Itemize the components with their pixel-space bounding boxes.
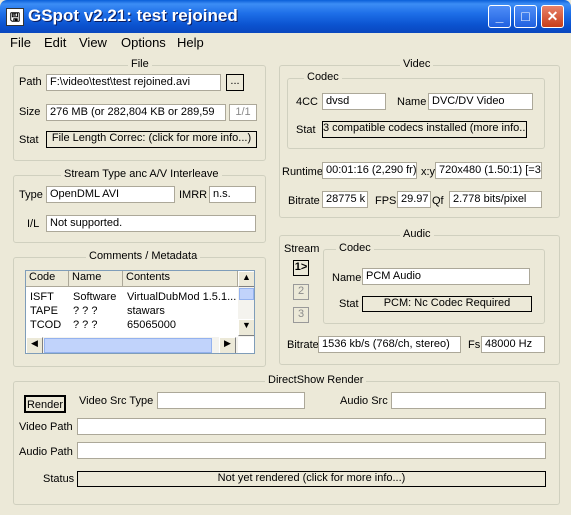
audio-stat-label: Stat xyxy=(339,298,359,310)
scroll-up-icon[interactable]: ▲ xyxy=(238,271,254,287)
size-field[interactable]: 276 MB (or 282,804 KB or 289,59 xyxy=(46,104,226,121)
menu-options[interactable]: Options xyxy=(121,35,166,50)
video-bitrate-label: Bitrate xyxy=(288,195,320,207)
table-cell[interactable]: ? ? ? xyxy=(73,319,97,331)
qf-field[interactable]: 2.778 bits/pixel xyxy=(449,191,542,208)
scroll-left-icon[interactable]: ◀ xyxy=(26,337,43,353)
audio-stat-button[interactable]: PCM: Nc Codec Required xyxy=(362,296,532,312)
audio-path-field[interactable] xyxy=(77,442,546,459)
vertical-scroll-thumb[interactable] xyxy=(239,288,254,300)
fps-label: FPS xyxy=(375,195,397,207)
status-label: Status xyxy=(43,473,75,485)
il-field[interactable]: Not supported. xyxy=(46,215,256,232)
menu-bar: File Edit View Options Help xyxy=(0,33,571,53)
column-header-contents[interactable]: Contents xyxy=(123,271,238,287)
render-status-button[interactable]: Not yet rendered (click for more info...… xyxy=(77,471,546,487)
fs-label: Fs xyxy=(468,339,481,351)
video-stat-button[interactable]: 3 compatible codecs installed (more info… xyxy=(322,121,527,138)
table-cell[interactable]: ? ? ? xyxy=(73,305,97,317)
file-stat-button[interactable]: File Length Correc: (click for more info… xyxy=(46,131,257,148)
qf-label: Qf xyxy=(432,195,444,207)
vertical-scrollbar[interactable]: ▲ ▼ xyxy=(238,271,254,337)
video-name-label: Name xyxy=(397,96,427,108)
table-cell[interactable]: TAPE xyxy=(30,305,58,317)
audio-src-field[interactable] xyxy=(391,392,546,409)
table-cell[interactable]: ISFT xyxy=(30,291,54,303)
minimize-button[interactable]: _ xyxy=(488,5,511,28)
il-label: I/L xyxy=(27,218,40,230)
size-label: Size xyxy=(19,106,41,118)
audio-name-label: Name xyxy=(332,272,362,284)
menu-view[interactable]: View xyxy=(79,35,107,50)
runtime-field[interactable]: 00:01:16 (2,290 fr) xyxy=(322,162,417,179)
stream-type-legend: Stream Type anc A/V Interleave xyxy=(61,168,222,180)
table-cell[interactable]: Software xyxy=(73,291,116,303)
video-bitrate-field[interactable]: 28775 k xyxy=(322,191,368,208)
audio-stream-3-button[interactable]: 3 xyxy=(293,307,309,323)
audio-stream-1-button[interactable]: 1> xyxy=(293,260,309,276)
audio-name-field[interactable]: PCM Audio xyxy=(362,268,530,285)
directshow-legend: DirectShow Render xyxy=(265,374,367,386)
stat-label: Stat xyxy=(19,134,39,146)
audio-codec-group: Codec xyxy=(323,242,545,324)
video-name-field[interactable]: DVC/DV Video xyxy=(428,93,533,110)
video-path-label: Video Path xyxy=(19,421,73,433)
video-src-type-field[interactable] xyxy=(157,392,305,409)
video-legend: Videc xyxy=(400,58,434,70)
column-header-name[interactable]: Name xyxy=(69,271,123,287)
table-cell[interactable]: TCOD xyxy=(30,319,61,331)
maximize-button[interactable]: □ xyxy=(514,5,537,28)
fps-field[interactable]: 29.97 xyxy=(397,191,431,208)
file-legend: File xyxy=(128,58,152,70)
menu-edit[interactable]: Edit xyxy=(44,35,66,50)
render-button[interactable]: Render xyxy=(24,395,66,413)
xy-label: x:y xyxy=(421,166,436,178)
type-label: Type xyxy=(19,189,43,201)
video-src-type-label: Video Src Type xyxy=(79,395,154,407)
window-title: GSpot v2.21: test rejoined xyxy=(28,6,238,25)
audio-stream-label: Stream xyxy=(284,243,320,255)
audio-bitrate-label: Bitrate xyxy=(287,339,319,351)
horizontal-scrollbar[interactable]: ◀ ▶ xyxy=(26,337,238,353)
fourcc-label: 4CC xyxy=(296,96,319,108)
browse-button[interactable]: ... xyxy=(226,74,244,91)
page-indicator: 1/1 xyxy=(229,104,257,121)
fs-field[interactable]: 48000 Hz xyxy=(481,336,545,353)
comments-legend: Comments / Metadata xyxy=(86,250,201,262)
video-path-field[interactable] xyxy=(77,418,546,435)
table-cell[interactable]: stawars xyxy=(127,305,237,317)
table-cell[interactable]: VirtualDubMod 1.5.1... xyxy=(127,291,237,303)
menu-help[interactable]: Help xyxy=(177,35,204,50)
audio-codec-legend: Codec xyxy=(336,242,374,254)
type-field[interactable]: OpenDML AVI xyxy=(46,186,175,203)
scroll-down-icon[interactable]: ▼ xyxy=(238,319,254,336)
runtime-label: Runtime xyxy=(282,166,323,178)
audio-stream-2-button[interactable]: 2 xyxy=(293,284,309,300)
horizontal-scroll-thumb[interactable] xyxy=(44,338,212,353)
column-header-code[interactable]: Code xyxy=(26,271,69,287)
audio-src-label: Audio Src xyxy=(340,395,388,407)
menu-file[interactable]: File xyxy=(10,35,31,50)
scroll-right-icon[interactable]: ▶ xyxy=(219,337,236,353)
video-stat-label: Stat xyxy=(296,124,316,136)
fourcc-field[interactable]: dvsd xyxy=(322,93,386,110)
xy-field[interactable]: 720x480 (1.50:1) [=3: xyxy=(435,162,542,179)
close-button[interactable]: ✕ xyxy=(541,5,564,28)
table-cell[interactable]: 65065000 xyxy=(127,319,237,331)
path-field[interactable]: F:\video\test\test rejoined.avi xyxy=(46,74,221,91)
audio-path-label: Audio Path xyxy=(19,446,73,458)
imrr-label: IMRR xyxy=(179,189,208,201)
audio-legend: Audic xyxy=(400,228,434,240)
path-label: Path xyxy=(19,76,42,88)
imrr-field[interactable]: n.s. xyxy=(209,186,256,203)
app-icon: 🖫 xyxy=(6,8,24,26)
video-codec-legend: Codec xyxy=(304,71,342,83)
audio-bitrate-field[interactable]: 1536 kb/s (768/ch, stereo) xyxy=(318,336,461,353)
metadata-table[interactable]: Code Name Contents ISFT Software Virtual… xyxy=(25,270,255,354)
video-codec-group: Codec xyxy=(287,71,545,149)
title-bar[interactable]: 🖫 GSpot v2.21: test rejoined _ □ ✕ xyxy=(0,0,571,33)
